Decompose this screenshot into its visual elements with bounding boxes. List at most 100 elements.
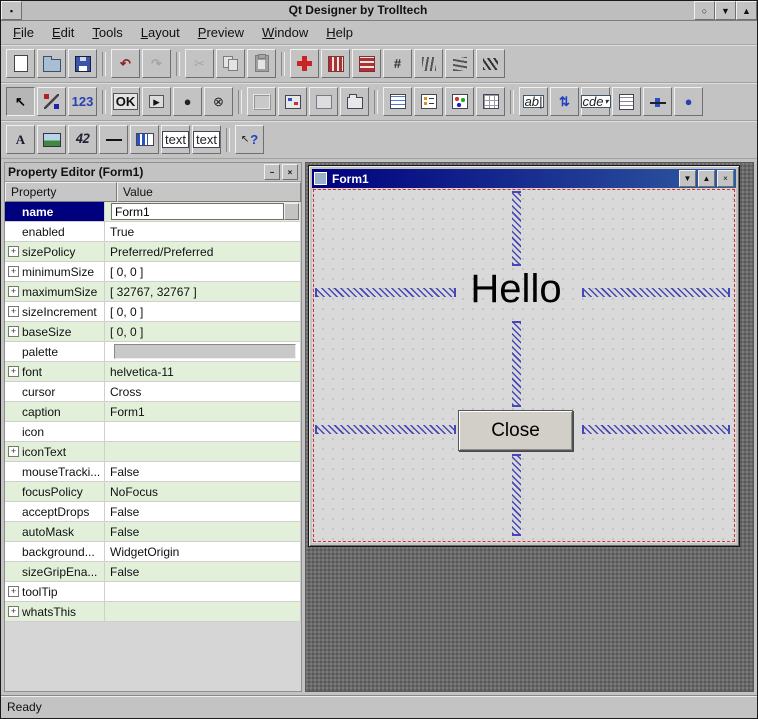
- menu-file[interactable]: File: [4, 22, 43, 43]
- property-row-font[interactable]: +fonthelvetica-11: [5, 362, 301, 382]
- button-group-tool[interactable]: [278, 87, 307, 116]
- expand-icon[interactable]: +: [8, 266, 19, 277]
- property-value[interactable]: Form1: [105, 202, 301, 222]
- palette-value-box[interactable]: [114, 344, 296, 359]
- value-ellipsis-button[interactable]: [284, 203, 299, 220]
- property-value[interactable]: [105, 582, 301, 602]
- check-box-tool[interactable]: ⊗: [204, 87, 233, 116]
- menu-edit[interactable]: Edit: [43, 22, 83, 43]
- property-row-palette[interactable]: palette: [5, 342, 301, 362]
- layout-grid-button[interactable]: #: [383, 49, 412, 78]
- property-value[interactable]: [105, 442, 301, 462]
- property-row-minimumSize[interactable]: +minimumSize[ 0, 0 ]: [5, 262, 301, 282]
- property-value[interactable]: [ 0, 0 ]: [105, 322, 301, 342]
- close-button-widget[interactable]: Close: [458, 410, 573, 451]
- icon-view-tool[interactable]: [445, 87, 474, 116]
- expand-icon[interactable]: +: [8, 326, 19, 337]
- horizontal-spacer-hello-right[interactable]: [582, 288, 730, 297]
- property-value[interactable]: False: [105, 462, 301, 482]
- property-value[interactable]: True: [105, 222, 301, 242]
- new-form-button[interactable]: [6, 49, 35, 78]
- menu-preview[interactable]: Preview: [189, 22, 253, 43]
- form-close-window-button[interactable]: ×: [717, 170, 734, 187]
- property-row-background[interactable]: background...WidgetOrigin: [5, 542, 301, 562]
- frame-tool[interactable]: [247, 87, 276, 116]
- property-row-iconText[interactable]: +iconText: [5, 442, 301, 462]
- property-value[interactable]: Preferred/Preferred: [105, 242, 301, 262]
- lcd-number-tool[interactable]: 42: [68, 125, 97, 154]
- table-tool[interactable]: [476, 87, 505, 116]
- system-menu-button[interactable]: ▪: [1, 1, 22, 20]
- line-edit-tool[interactable]: ab|: [519, 87, 548, 116]
- window-maximize-button[interactable]: ▲: [736, 1, 757, 20]
- property-value[interactable]: False: [105, 522, 301, 542]
- adjust-size-button[interactable]: [290, 49, 319, 78]
- property-value[interactable]: WidgetOrigin: [105, 542, 301, 562]
- menu-window[interactable]: Window: [253, 22, 317, 43]
- spacer-tool-button[interactable]: [476, 49, 505, 78]
- property-row-caption[interactable]: captionForm1: [5, 402, 301, 422]
- property-value[interactable]: [105, 602, 301, 622]
- property-row-whatsThis[interactable]: +whatsThis: [5, 602, 301, 622]
- text-label-tool[interactable]: A: [6, 125, 35, 154]
- form-minimize-button[interactable]: ▼: [679, 170, 696, 187]
- property-value[interactable]: [ 0, 0 ]: [105, 302, 301, 322]
- menu-tools[interactable]: Tools: [83, 22, 131, 43]
- open-form-button[interactable]: [37, 49, 66, 78]
- property-row-sizeGripEna[interactable]: sizeGripEna...False: [5, 562, 301, 582]
- text-browser-tool[interactable]: text: [192, 125, 221, 154]
- property-value[interactable]: False: [105, 562, 301, 582]
- slider-tool[interactable]: [643, 87, 672, 116]
- property-value[interactable]: [ 32767, 32767 ]: [105, 282, 301, 302]
- property-value[interactable]: Form1: [105, 402, 301, 422]
- copy-button[interactable]: [216, 49, 245, 78]
- property-value[interactable]: Cross: [105, 382, 301, 402]
- name-value-editor[interactable]: Form1: [111, 203, 284, 220]
- text-view-tool[interactable]: text: [161, 125, 190, 154]
- radio-button-tool[interactable]: ●: [173, 87, 202, 116]
- dock-minimize-button[interactable]: −: [264, 164, 280, 180]
- group-box-tool[interactable]: [309, 87, 338, 116]
- horizontal-spacer-close-left[interactable]: [315, 425, 456, 434]
- menu-layout[interactable]: Layout: [132, 22, 189, 43]
- property-row-name[interactable]: nameForm1: [5, 202, 301, 222]
- tab-widget-tool[interactable]: [340, 87, 369, 116]
- expand-icon[interactable]: +: [8, 366, 19, 377]
- text-edit-tool[interactable]: [612, 87, 641, 116]
- property-value[interactable]: NoFocus: [105, 482, 301, 502]
- undo-button[interactable]: ↶: [111, 49, 140, 78]
- connect-signals-slots-button[interactable]: [37, 87, 66, 116]
- tab-order-button[interactable]: 123: [68, 87, 97, 116]
- horizontal-spacer-close-right[interactable]: [582, 425, 730, 434]
- property-row-toolTip[interactable]: +toolTip: [5, 582, 301, 602]
- property-row-baseSize[interactable]: +baseSize[ 0, 0 ]: [5, 322, 301, 342]
- property-value[interactable]: [105, 422, 301, 442]
- list-view-tool[interactable]: [414, 87, 443, 116]
- form-canvas[interactable]: Hello Close: [312, 188, 736, 543]
- list-box-tool[interactable]: [383, 87, 412, 116]
- tool-button-tool[interactable]: ▸: [142, 87, 171, 116]
- property-row-mouseTracki[interactable]: mouseTracki...False: [5, 462, 301, 482]
- form-maximize-button[interactable]: ▲: [698, 170, 715, 187]
- expand-icon[interactable]: +: [8, 446, 19, 457]
- dock-close-button[interactable]: ×: [282, 164, 298, 180]
- property-value[interactable]: helvetica-11: [105, 362, 301, 382]
- property-value[interactable]: False: [105, 502, 301, 522]
- property-row-acceptDrops[interactable]: acceptDropsFalse: [5, 502, 301, 522]
- form-titlebar[interactable]: Form1 ▼ ▲ ×: [312, 169, 736, 188]
- layout-vertical-button[interactable]: [352, 49, 381, 78]
- layout-horizontal-splitter-button[interactable]: [414, 49, 443, 78]
- menu-help[interactable]: Help: [317, 22, 362, 43]
- cut-button[interactable]: ✂: [185, 49, 214, 78]
- expand-icon[interactable]: +: [8, 306, 19, 317]
- layout-vertical-splitter-button[interactable]: [445, 49, 474, 78]
- dial-tool[interactable]: ●: [674, 87, 703, 116]
- redo-button[interactable]: ↷: [142, 49, 171, 78]
- pointer-tool-button[interactable]: ↖: [6, 87, 35, 116]
- property-value[interactable]: [105, 342, 301, 362]
- property-row-cursor[interactable]: cursorCross: [5, 382, 301, 402]
- expand-icon[interactable]: +: [8, 606, 19, 617]
- expand-icon[interactable]: +: [8, 246, 19, 257]
- vertical-spacer-top[interactable]: [512, 191, 521, 266]
- title-bar[interactable]: ▪ Qt Designer by Trolltech ○ ▼ ▲: [1, 1, 757, 21]
